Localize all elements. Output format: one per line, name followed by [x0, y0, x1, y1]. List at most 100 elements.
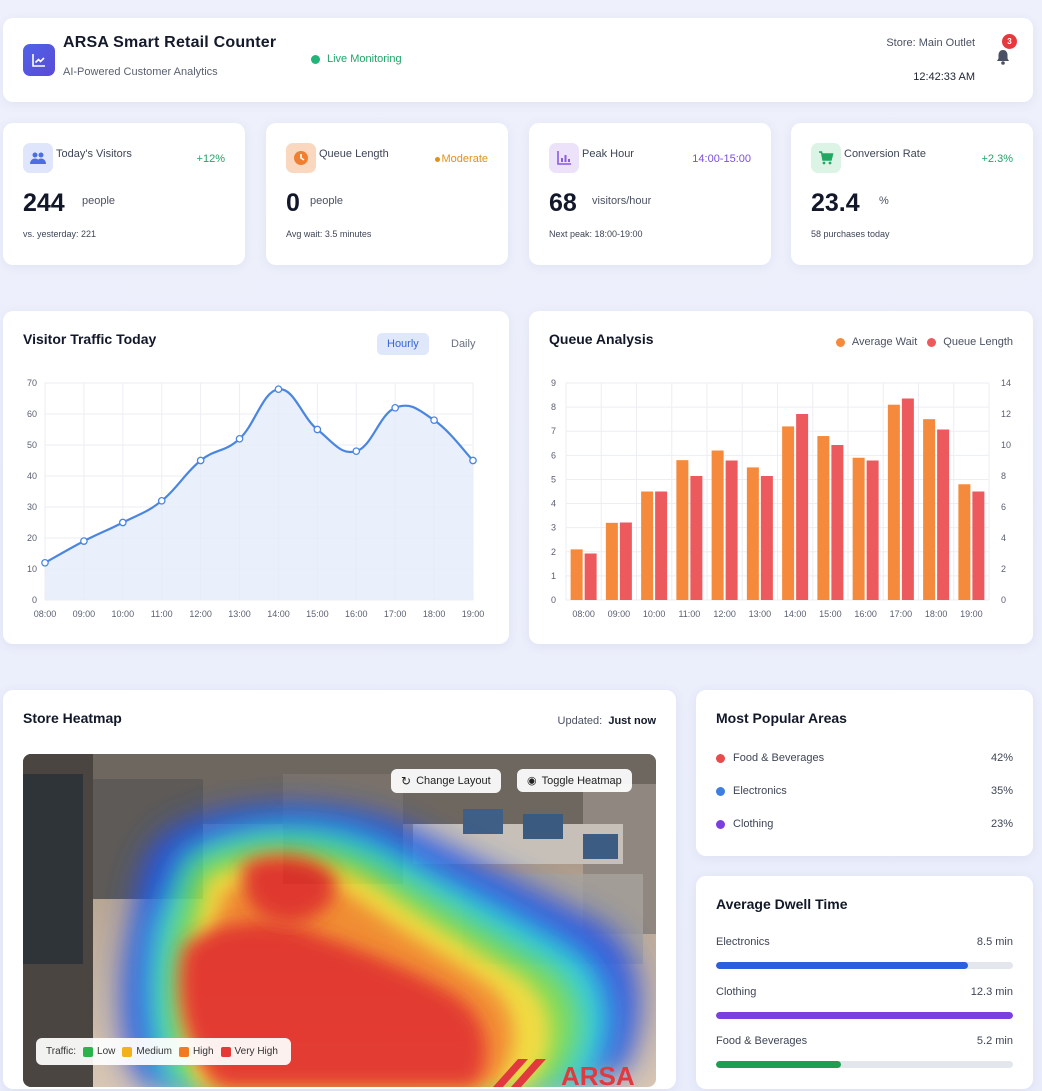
- data-point: [430, 416, 438, 425]
- dwell-value: 5.2 min: [976, 1035, 1013, 1047]
- store-heatmap-card: Store Heatmap Updated: Just now ARSA ↻ C…: [3, 690, 676, 1089]
- data-point: [41, 558, 49, 567]
- stat-tag: +2.3%: [982, 153, 1014, 165]
- bar-queue-length: [655, 491, 668, 600]
- bar-average-wait: [852, 457, 865, 600]
- stat-card: Today's Visitors +12% 244 people vs. yesterd…: [3, 123, 245, 265]
- queue-bar-chart: 01234567890246810121408:00 09:00 10:00 11:0…: [551, 378, 1011, 619]
- y-tick-label: 10: [27, 564, 37, 574]
- toggle-heatmap-button[interactable]: ◉ Toggle Heatmap: [517, 769, 632, 792]
- y-tick-label: 40: [27, 471, 37, 481]
- data-point: [196, 456, 205, 465]
- area-name: Clothing: [733, 818, 774, 830]
- area-name: Electronics: [733, 785, 787, 797]
- dwell-value: 8.5 min: [976, 936, 1013, 948]
- heatmap-view[interactable]: ARSA ↻ Change Layout ◉ Toggle Heatmap Tr…: [23, 754, 656, 1087]
- live-dot-icon: [311, 54, 320, 64]
- bar-average-wait: [570, 549, 583, 600]
- clock-icon: [286, 143, 316, 173]
- list-item: Clothing 23%: [716, 818, 1013, 830]
- area-dot-icon: [716, 819, 725, 829]
- x-tick-label: 16:00: [854, 609, 877, 619]
- y-left-tick-label: 6: [551, 450, 556, 460]
- area-value: 23%: [990, 818, 1013, 830]
- dwell-row: Clothing 12.3 min: [716, 986, 1013, 1019]
- bell-icon[interactable]: [995, 48, 1011, 66]
- dwell-title: Average Dwell Time: [716, 896, 848, 912]
- y-left-tick-label: 7: [551, 426, 556, 436]
- bar-average-wait: [958, 484, 971, 600]
- stat-card: Conversion Rate +2.3% 23.4% 58 purchases to…: [791, 123, 1033, 265]
- x-tick-label: 12:00: [189, 609, 212, 619]
- heatmap-legend: Traffic: Low Medium High Very High: [36, 1038, 291, 1065]
- toggle-heatmap-label: Toggle Heatmap: [541, 774, 622, 787]
- x-tick-label: 13:00: [749, 609, 772, 619]
- x-tick-label: 10:00: [112, 609, 135, 619]
- bar-average-wait: [641, 491, 654, 600]
- x-tick-label: 13:00: [228, 609, 251, 619]
- y-left-tick-label: 4: [551, 499, 556, 509]
- current-time: 12:42:33 AM: [913, 71, 975, 83]
- traffic-line-chart: 0 10 20 30 40 50 60 70 08:00 09:00 10:00 11:00 12:00…: [27, 378, 484, 619]
- y-left-tick-label: 9: [551, 378, 556, 388]
- dwell-bar: [716, 1012, 1013, 1019]
- stat-footer: Avg wait: 3.5 minutes: [286, 229, 372, 239]
- dwell-bar-fill: [716, 962, 969, 969]
- x-tick-label: 17:00: [890, 609, 913, 619]
- y-right-tick-label: 4: [1001, 533, 1006, 543]
- data-point: [157, 496, 166, 505]
- y-right-tick-label: 14: [1001, 378, 1011, 388]
- data-point: [391, 403, 400, 412]
- y-tick-label: 50: [27, 440, 37, 450]
- store-name: Store: Main Outlet: [886, 37, 975, 49]
- y-right-tick-label: 6: [1001, 502, 1006, 512]
- y-left-tick-label: 1: [551, 571, 556, 581]
- bar-average-wait: [711, 450, 724, 600]
- x-tick-label: 14:00: [267, 609, 290, 619]
- app-subtitle: AI-Powered Customer Analytics: [63, 66, 218, 78]
- dwell-row: Food & Beverages 5.2 min: [716, 1035, 1013, 1068]
- stat-tag: 14:00-15:00: [692, 153, 751, 165]
- legend-medium-swatch: [122, 1046, 133, 1057]
- area-dot-icon: [716, 786, 725, 796]
- area-fill: [45, 389, 473, 600]
- dwell-name: Food & Beverages: [716, 1035, 808, 1047]
- x-tick-label: 11:00: [678, 609, 700, 619]
- bar-average-wait: [817, 436, 830, 600]
- y-tick-label: 60: [27, 409, 37, 419]
- bar-queue-length: [796, 414, 809, 600]
- bar-average-wait: [923, 419, 936, 600]
- bar-queue-length: [690, 476, 703, 600]
- stat-footer: 58 purchases today: [811, 229, 890, 239]
- x-tick-label: 15:00: [819, 609, 842, 619]
- stat-value: 0: [286, 189, 300, 217]
- updated-label: Updated:: [557, 715, 603, 727]
- data-point: [469, 456, 477, 465]
- chart-bars-icon: [549, 143, 579, 173]
- stat-footer: Next peak: 18:00-19:00: [549, 229, 643, 239]
- x-tick-label: 18:00: [925, 609, 948, 619]
- heatmap-title: Store Heatmap: [23, 710, 122, 726]
- area-value: 35%: [990, 785, 1013, 797]
- notification-badge: 3: [1002, 34, 1017, 49]
- stat-label: Peak Hour: [582, 148, 634, 160]
- stat-label: Queue Length: [319, 148, 389, 160]
- cart-icon: [811, 143, 841, 173]
- app-logo: [23, 44, 55, 76]
- x-tick-label: 08:00: [572, 609, 595, 619]
- legend-very-high: Very High: [234, 1046, 278, 1057]
- bar-queue-length: [972, 491, 985, 600]
- bar-average-wait: [887, 404, 900, 600]
- y-tick-label: 0: [32, 595, 37, 605]
- x-tick-label: 10:00: [643, 609, 666, 619]
- stat-tag: Moderate: [434, 153, 488, 165]
- y-left-tick-label: 8: [551, 402, 556, 412]
- y-tick-label: 70: [27, 378, 37, 388]
- heatmap-updated: Updated: Just now: [558, 715, 656, 727]
- data-point: [118, 518, 127, 527]
- change-layout-button[interactable]: ↻ Change Layout: [391, 769, 501, 793]
- dwell-bar: [716, 962, 1013, 969]
- bar-queue-length: [619, 522, 632, 600]
- svg-text:ARSA: ARSA: [561, 1061, 635, 1087]
- legend-very-high-swatch: [220, 1046, 231, 1057]
